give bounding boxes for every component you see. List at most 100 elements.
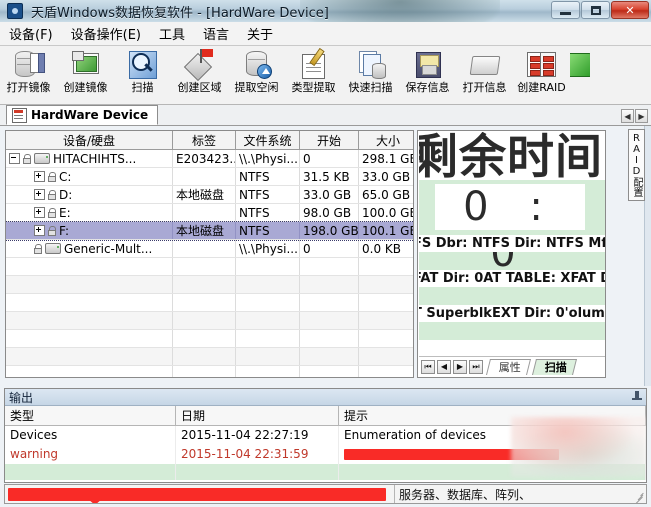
- toolbar-button-overflow[interactable]: [570, 46, 590, 103]
- cell-size: 0.0 KB: [359, 240, 415, 258]
- tree-toggle-collapse[interactable]: [9, 153, 20, 164]
- output-panel: 输出 类型 日期 提示 Devices 2015-11-04 22:27:19 …: [4, 388, 647, 483]
- tab-scan-label: 扫描: [545, 360, 567, 376]
- doc-tab-nav: ◀ ▶: [621, 109, 648, 123]
- col-label[interactable]: 标签: [173, 131, 236, 150]
- create-image-icon: [70, 49, 102, 80]
- toolbar-button-quick-scan[interactable]: 快速扫描: [342, 46, 399, 103]
- table-row[interactable]: HITACHIHTS... E203423... \\.\Physi... 0 …: [6, 150, 414, 168]
- table-row[interactable]: C: NTFS 31.5 KB 33.0 GB: [6, 168, 414, 186]
- cell-device: Generic-Mult...: [64, 242, 152, 256]
- titlebar-glare: [300, 0, 500, 23]
- pin-icon[interactable]: [632, 391, 642, 403]
- nav-first-button[interactable]: ⏮: [421, 360, 435, 374]
- table-row[interactable]: D: 本地磁盘 NTFS 33.0 GB 65.0 GB: [6, 186, 414, 204]
- scan-timer: 0 : 0: [435, 184, 585, 230]
- col-start[interactable]: 开始: [300, 131, 359, 150]
- maximize-button[interactable]: [581, 1, 610, 19]
- col-filesystem[interactable]: 文件系统: [236, 131, 300, 150]
- nav-next-button[interactable]: ▶: [453, 360, 467, 374]
- col-message[interactable]: 提示: [339, 406, 646, 426]
- lock-icon: [48, 172, 56, 182]
- window-title: 天盾Windows数据恢复软件 - [HardWare Device]: [31, 2, 329, 21]
- table-row-selected[interactable]: F: 本地磁盘 NTFS 198.0 GB 100.1 GB: [6, 222, 414, 240]
- table-row[interactable]: Generic-Mult... \\.\Physi... 0 0.0 KB: [6, 240, 414, 258]
- doc-scroll-right[interactable]: ▶: [635, 109, 648, 123]
- tab-properties-label: 属性: [499, 360, 521, 376]
- side-tab-raid-config[interactable]: RAID配置: [628, 129, 645, 201]
- nav-prev-button[interactable]: ◀: [437, 360, 451, 374]
- toolbar-button-open-info[interactable]: 打开信息: [456, 46, 513, 103]
- output-header-row: 类型 日期 提示: [5, 406, 646, 426]
- menu-item-tools[interactable]: 工具: [150, 22, 194, 45]
- menu-item-about[interactable]: 关于: [238, 22, 282, 45]
- status-left-segment: [5, 485, 395, 503]
- lock-icon: [48, 208, 56, 218]
- list-item[interactable]: warning 2015-11-04 22:31:59: [5, 445, 646, 464]
- device-table-panel: 设备/硬盘 标签 文件系统 开始 大小 HITACHIHTS... E20342…: [5, 130, 414, 378]
- doc-scroll-left[interactable]: ◀: [621, 109, 634, 123]
- toolbar-label: 打开信息: [463, 82, 507, 94]
- cell-device: C:: [59, 170, 71, 184]
- col-size[interactable]: 大小: [359, 131, 415, 150]
- menu-item-language[interactable]: 语言: [194, 22, 238, 45]
- cell-filesystem: NTFS: [236, 222, 300, 240]
- tab-properties[interactable]: 属性: [486, 359, 531, 375]
- scan-panel: 剩余时间 0 : 0 FS Dbr: NTFS Dir: NTFS Mft: F…: [417, 130, 606, 378]
- green-partial-icon: [570, 49, 590, 80]
- cell-label: 本地磁盘: [173, 222, 236, 240]
- toolbar-button-create-area[interactable]: 创建区域: [171, 46, 228, 103]
- table-row-empty: [6, 312, 414, 330]
- tree-toggle-expand[interactable]: [34, 189, 45, 200]
- toolbar-label: 快速扫描: [349, 82, 393, 94]
- tab-label: HardWare Device: [31, 108, 148, 122]
- create-area-icon: [184, 49, 216, 80]
- scan-display: 剩余时间 0 : 0 FS Dbr: NTFS Dir: NTFS Mft: F…: [419, 132, 605, 357]
- nav-last-button[interactable]: ⏭: [469, 360, 483, 374]
- cell-device: F:: [59, 224, 69, 238]
- cell-size: 65.0 GB: [359, 186, 415, 204]
- cell-start: 98.0 GB: [300, 204, 359, 222]
- tree-toggle-expand[interactable]: [34, 225, 45, 236]
- tree-toggle-expand[interactable]: [34, 171, 45, 182]
- harddisk-icon: [34, 153, 50, 164]
- menu-item-device-ops[interactable]: 设备操作(E): [62, 22, 150, 45]
- table-row[interactable]: E: NTFS 98.0 GB 100.0 GB: [6, 204, 414, 222]
- minimize-button[interactable]: [551, 1, 580, 19]
- toolbar-button-open-image[interactable]: 打开镜像: [0, 46, 57, 103]
- cell-device: E:: [59, 206, 71, 220]
- menu-item-device[interactable]: 设备(F): [0, 22, 62, 45]
- scan-row-fat: FAT Dir: 0AT TABLE: XFAT Dir:: [419, 270, 605, 287]
- cell-start: 198.0 GB: [300, 222, 359, 240]
- status-text: 服务器、数据库、阵列、: [395, 486, 531, 503]
- menu-bar: 设备(F) 设备操作(E) 工具 语言 关于: [0, 22, 651, 46]
- resize-grip-icon[interactable]: [632, 490, 644, 502]
- cell-filesystem: NTFS: [236, 186, 300, 204]
- col-date[interactable]: 日期: [176, 406, 339, 426]
- scan-row-ntfs: FS Dbr: NTFS Dir: NTFS Mft:: [419, 235, 605, 252]
- status-bar: 服务器、数据库、阵列、: [4, 484, 647, 504]
- toolbar-button-type-extract[interactable]: 类型提取: [285, 46, 342, 103]
- tab-hardware-device[interactable]: HardWare Device: [6, 105, 158, 125]
- toolbar-button-create-raid[interactable]: 创建RAID: [513, 46, 570, 103]
- close-button[interactable]: ✕: [611, 1, 649, 19]
- cell-start: 0: [300, 240, 359, 258]
- scan-heading: 剩余时间: [419, 132, 605, 184]
- tab-scan[interactable]: 扫描: [532, 359, 577, 375]
- open-info-folder-icon: [469, 49, 501, 80]
- toolbar-button-create-image[interactable]: 创建镜像: [57, 46, 114, 103]
- toolbar: 打开镜像 创建镜像 扫描 创建区域 提取空闲: [0, 46, 651, 105]
- toolbar-button-extract-free[interactable]: 提取空闲: [228, 46, 285, 103]
- toolbar-button-scan[interactable]: 扫描: [114, 46, 171, 103]
- cell-size: 100.1 GB: [359, 222, 415, 240]
- toolbar-button-save-info[interactable]: 保存信息: [399, 46, 456, 103]
- tree-toggle-expand[interactable]: [34, 207, 45, 218]
- document-icon: [12, 108, 27, 123]
- col-type[interactable]: 类型: [5, 406, 176, 426]
- app-disc-icon: [7, 3, 23, 19]
- table-row-empty: [6, 348, 414, 366]
- quick-scan-icon: [355, 49, 387, 80]
- cell-device: HITACHIHTS...: [53, 152, 136, 166]
- col-device[interactable]: 设备/硬盘: [6, 131, 173, 150]
- list-item[interactable]: Devices 2015-11-04 22:27:19 Enumeration …: [5, 426, 646, 445]
